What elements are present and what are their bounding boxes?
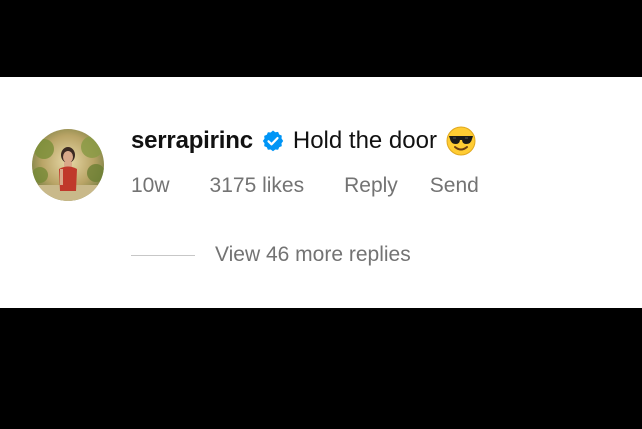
comment-meta-row: 10w 3175 likes Reply Send bbox=[131, 171, 479, 201]
replies-divider bbox=[131, 254, 195, 256]
comment-text: Hold the door bbox=[292, 127, 437, 154]
likes-count[interactable]: 3175 likes bbox=[210, 174, 305, 198]
send-button[interactable]: Send bbox=[430, 174, 479, 198]
reply-button[interactable]: Reply bbox=[344, 174, 398, 198]
avatar[interactable] bbox=[32, 129, 104, 201]
sunglasses-face-icon bbox=[445, 125, 477, 157]
comment-line: serrapirinc Hold the door bbox=[131, 124, 477, 158]
view-replies-row[interactable]: View 46 more replies bbox=[131, 240, 411, 270]
timestamp: 10w bbox=[131, 174, 170, 197]
verified-badge-icon bbox=[261, 129, 285, 153]
comment-card: serrapirinc Hold the door 10w 3175 likes… bbox=[0, 77, 642, 308]
view-more-replies-button[interactable]: View 46 more replies bbox=[215, 243, 411, 267]
username[interactable]: serrapirinc bbox=[131, 127, 253, 155]
